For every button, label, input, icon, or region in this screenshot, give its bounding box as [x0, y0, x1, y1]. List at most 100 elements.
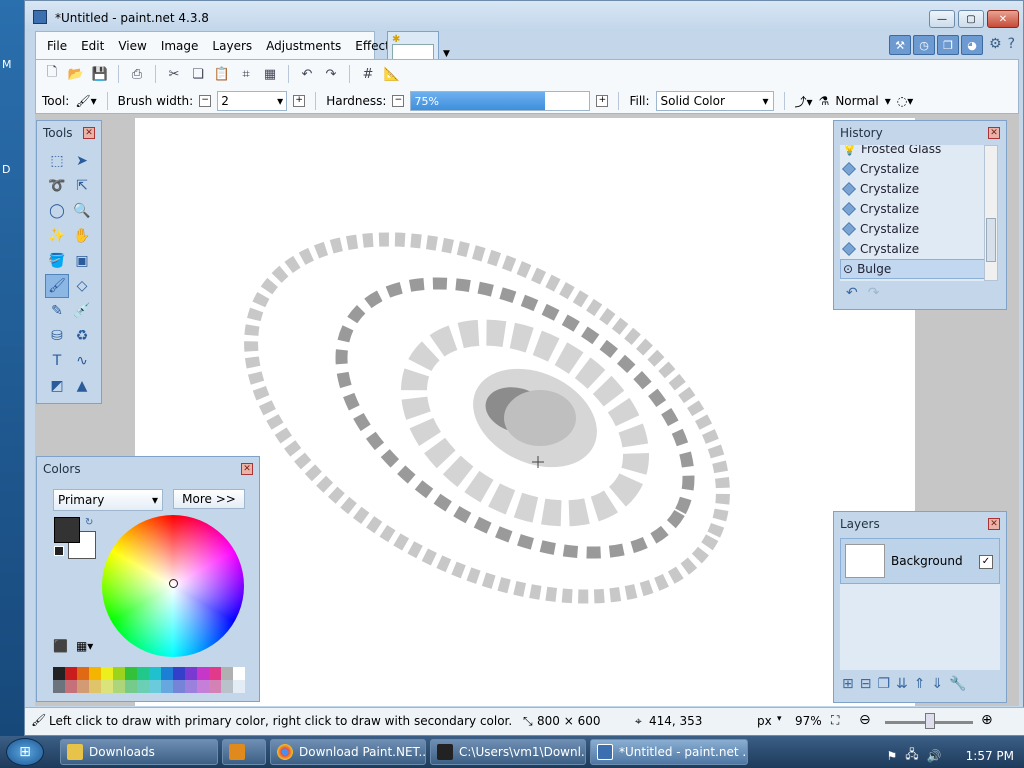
palette-swatch[interactable] — [53, 680, 65, 693]
duplicate-layer-icon[interactable]: ❐ — [877, 676, 890, 692]
undo-icon[interactable]: ↶ — [846, 285, 858, 301]
close-icon[interactable]: ✕ — [988, 127, 1000, 139]
redo-icon[interactable]: ↷ — [868, 285, 880, 301]
ruler-icon[interactable]: 📐 — [382, 64, 402, 84]
brush-width-decrease-button[interactable]: − — [199, 95, 212, 107]
palette-swatch[interactable] — [125, 667, 137, 680]
fill-dropdown[interactable]: Solid Color ▾ — [655, 91, 774, 111]
zoom-out-icon[interactable]: ⊖ — [859, 712, 871, 728]
palette-swatch[interactable] — [149, 667, 161, 680]
image-list-dropdown-icon[interactable]: ▼ — [443, 49, 450, 59]
palette-swatch[interactable] — [233, 680, 245, 693]
palette-swatch[interactable] — [185, 680, 197, 693]
close-icon[interactable]: ✕ — [241, 463, 253, 475]
colors-window-toggle-icon[interactable]: ◕ — [961, 35, 983, 55]
rectangle-select-tool-icon[interactable]: ⬚ — [45, 149, 69, 173]
taskbar-item-paintnet[interactable]: *Untitled - paint.net ... — [590, 739, 748, 765]
maximize-button[interactable]: ▢ — [958, 10, 984, 28]
menu-adjustments[interactable]: Adjustments — [259, 39, 348, 53]
move-layer-down-icon[interactable]: ⇓ — [932, 676, 944, 692]
menu-layers[interactable]: Layers — [205, 39, 259, 53]
palette-swatch[interactable] — [65, 667, 77, 680]
palette-swatch[interactable] — [101, 680, 113, 693]
network-icon[interactable]: 🖧 — [905, 745, 918, 766]
save-icon[interactable]: 💾 — [90, 64, 110, 84]
color-picker-tool-icon[interactable]: 💉 — [70, 299, 94, 323]
blend-mode-dropdown[interactable]: Normal — [835, 94, 878, 108]
palette-swatch[interactable] — [161, 667, 173, 680]
delete-layer-icon[interactable]: ⊟ — [860, 676, 872, 692]
palette-swatch[interactable] — [101, 667, 113, 680]
triangle-shape-icon[interactable]: ▲ — [70, 374, 94, 398]
menu-file[interactable]: File — [40, 39, 74, 53]
pan-tool-icon[interactable]: ✋ — [70, 224, 94, 248]
palette-swatch[interactable] — [221, 667, 233, 680]
clock[interactable]: 1:57 PM — [966, 749, 1014, 763]
palette-swatch[interactable] — [77, 667, 89, 680]
history-scrollbar-thumb[interactable] — [986, 218, 996, 262]
move-selection-tool-icon[interactable]: ➤ — [70, 149, 94, 173]
history-panel-header[interactable]: History ✕ — [834, 121, 1006, 145]
gradient-tool-icon[interactable]: ▣ — [70, 249, 94, 273]
gear-icon[interactable]: ⚙ — [989, 36, 1002, 52]
palette-swatch[interactable] — [233, 667, 245, 680]
close-icon[interactable]: ✕ — [988, 518, 1000, 530]
history-item[interactable]: Crystalize — [840, 199, 992, 219]
add-color-icon[interactable]: ⬛ — [53, 639, 68, 653]
move-layer-up-icon[interactable]: ⇑ — [914, 676, 926, 692]
hardness-slider[interactable]: 75% — [410, 91, 591, 111]
history-window-toggle-icon[interactable]: ◷ — [913, 35, 935, 55]
history-item[interactable]: Crystalize — [840, 219, 992, 239]
antialiasing-icon[interactable]: ⤴▾ — [795, 93, 813, 110]
paintbrush-tool-icon[interactable]: 🖌▾ — [75, 94, 96, 108]
ellipse-select-tool-icon[interactable]: ◯ — [45, 199, 69, 223]
pencil-tool-icon[interactable]: ✎ — [45, 299, 69, 323]
history-item[interactable]: Crystalize — [840, 239, 992, 259]
hardness-decrease-button[interactable]: − — [392, 95, 405, 107]
chevron-down-icon[interactable]: ▾ — [777, 714, 782, 724]
palette-swatch[interactable] — [221, 680, 233, 693]
taskbar-item-media[interactable] — [222, 739, 266, 765]
layer-item[interactable]: Background ✓ — [840, 538, 1000, 584]
menu-image[interactable]: Image — [154, 39, 206, 53]
taskbar-item-browser[interactable]: Download Paint.NET... — [270, 739, 426, 765]
layers-panel-header[interactable]: Layers ✕ — [834, 512, 1006, 536]
print-icon[interactable]: ⎙ — [127, 64, 147, 84]
redo-icon[interactable]: ↷ — [321, 64, 341, 84]
close-icon[interactable]: ✕ — [83, 127, 95, 139]
color-wheel-selector[interactable] — [169, 579, 178, 588]
brush-width-increase-button[interactable]: + — [293, 95, 306, 107]
paint-bucket-tool-icon[interactable]: 🪣 — [45, 249, 69, 273]
history-item[interactable]: 💡 Frosted Glass — [840, 145, 992, 159]
new-icon[interactable]: 🗋 — [42, 64, 62, 84]
palette-swatch[interactable] — [149, 680, 161, 693]
clone-stamp-tool-icon[interactable]: ⛁ — [45, 324, 69, 348]
history-scrollbar[interactable] — [984, 145, 998, 281]
layer-visibility-checkbox[interactable]: ✓ — [979, 555, 993, 569]
palette-swatch[interactable] — [89, 680, 101, 693]
palette-swatch[interactable] — [125, 680, 137, 693]
taskbar-item-7zip[interactable]: C:\Users\vm1\Downl... — [430, 739, 586, 765]
start-button[interactable]: ⊞ — [6, 738, 44, 766]
hardness-increase-button[interactable]: + — [596, 95, 609, 107]
layer-properties-icon[interactable]: 🔧 — [949, 676, 966, 692]
eraser-tool-icon[interactable]: ◇ — [70, 274, 94, 298]
palette-swatch[interactable] — [113, 667, 125, 680]
recolor-tool-icon[interactable]: ♻ — [70, 324, 94, 348]
chevron-down-icon[interactable]: ▾ — [885, 94, 891, 108]
brush-width-field[interactable]: 2 ▾ — [217, 91, 288, 111]
primary-color-swatch[interactable] — [54, 517, 80, 543]
paintbrush-tool-icon[interactable]: 🖌 — [45, 274, 69, 298]
zoom-level[interactable]: 97% — [795, 714, 822, 728]
palette-swatch[interactable] — [113, 680, 125, 693]
palette-swatch[interactable] — [53, 667, 65, 680]
text-tool-icon[interactable]: T — [45, 349, 69, 373]
cut-icon[interactable]: ✂ — [164, 64, 184, 84]
tools-panel-header[interactable]: Tools ✕ — [37, 121, 101, 145]
palette-menu-icon[interactable]: ▦▾ — [76, 639, 93, 653]
menu-edit[interactable]: Edit — [74, 39, 111, 53]
grid-icon[interactable]: # — [358, 64, 378, 84]
merge-layer-icon[interactable]: ⇊ — [896, 676, 908, 692]
deselect-icon[interactable]: ▦ — [260, 64, 280, 84]
zoom-slider-knob[interactable] — [925, 713, 935, 729]
